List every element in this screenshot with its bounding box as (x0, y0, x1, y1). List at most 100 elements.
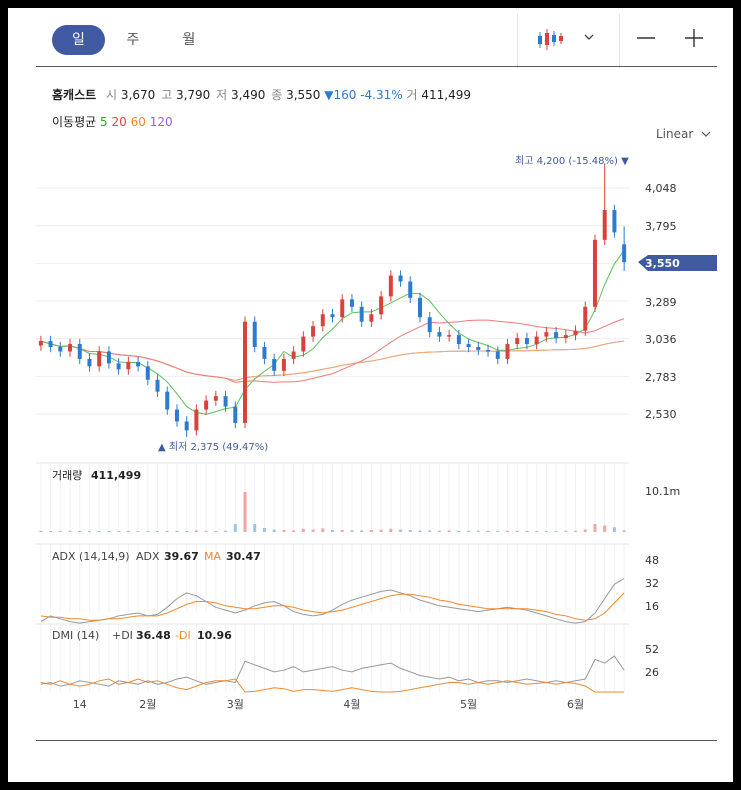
candle-body (330, 314, 335, 318)
volume-bar (360, 530, 364, 532)
volume-bar (39, 530, 43, 532)
volume-bar (311, 529, 315, 532)
adx-axis-label: 16 (645, 600, 659, 613)
candle-body (398, 275, 403, 282)
volume-bar (408, 530, 412, 532)
mdi-value: 10.96 (197, 629, 232, 642)
candle-body (184, 421, 189, 431)
candle-body (456, 335, 461, 345)
volume-bar (583, 529, 587, 532)
volume-axis-label: 10.1m (645, 485, 680, 498)
volume-bar (321, 528, 325, 532)
volume-bar (301, 528, 305, 532)
x-axis-label: 6월 (567, 698, 584, 711)
candle-body (505, 344, 510, 359)
price-axis-label: 2,530 (645, 408, 677, 421)
candle-body (38, 341, 43, 346)
candle-body (447, 335, 452, 337)
volume-bar (476, 530, 480, 532)
candle-body (563, 335, 568, 339)
candle-body (379, 296, 384, 315)
volume-bar (379, 529, 383, 532)
candle-body (573, 330, 578, 336)
candle-body (534, 336, 539, 345)
candle-body (77, 344, 82, 359)
candle-body (252, 321, 257, 348)
candle-body (223, 396, 228, 407)
volume-bar (107, 531, 111, 532)
volume-bar (194, 530, 198, 532)
volume-bar (117, 531, 121, 532)
volume-bar (428, 530, 432, 532)
volume-bar (350, 530, 354, 532)
candle-body (476, 347, 481, 350)
volume-bar (78, 531, 82, 532)
volume-bar (612, 527, 616, 532)
volume-bar (437, 530, 441, 532)
volume-title: 거래량 (52, 469, 82, 482)
candle-body (359, 306, 364, 322)
volume-bar (253, 524, 257, 532)
candle-body (262, 347, 267, 359)
volume-bar (574, 530, 578, 532)
volume-bar (399, 529, 403, 532)
volume-bar (126, 531, 130, 532)
candle-body (311, 326, 316, 337)
chart-window: 일 주 월 홈캐스트 시 3,670 고 3,790 저 3,490 종 3,5… (8, 8, 733, 782)
candle-body (233, 406, 238, 423)
volume-bar (87, 531, 91, 532)
volume-bar (243, 492, 247, 532)
volume-bar (175, 530, 179, 532)
pdi-label: +DI (112, 629, 133, 642)
adx-ma-label: MA (204, 550, 221, 563)
chart-bottom-border (36, 740, 717, 741)
volume-bar (418, 530, 422, 532)
volume-bar (58, 531, 62, 532)
volume-bar (369, 530, 373, 532)
candle-body (544, 332, 549, 337)
x-axis-label: 5월 (460, 698, 477, 711)
adx-label: ADX (136, 550, 160, 563)
candle-body (58, 347, 63, 352)
price-axis-label: 3,795 (645, 220, 677, 233)
candle-body (583, 306, 588, 331)
candle-body (106, 351, 111, 364)
volume-bar (544, 531, 548, 532)
chart-canvas[interactable]: 최고 4,200 (-15.48%) ▼ ▲ 최저 2,375 (49.47%)… (8, 8, 733, 782)
dmi-title: DMI (14) (52, 629, 99, 642)
volume-bar (603, 525, 607, 532)
volume-bar (282, 530, 286, 532)
volume-bar (447, 530, 451, 532)
candle-body (408, 281, 413, 298)
price-axis-label: 3,289 (645, 296, 677, 309)
volume-bar (331, 530, 334, 532)
volume-bar (525, 530, 529, 532)
volume-bar (214, 531, 218, 532)
price-axis-label: 4,048 (645, 182, 677, 195)
volume-bar (564, 530, 568, 532)
candle-body (524, 338, 529, 345)
candle-body (155, 379, 160, 392)
candle-body (126, 361, 131, 370)
candle-body (320, 314, 325, 327)
volume-bar (97, 531, 101, 532)
candle-body (612, 210, 617, 233)
candle-body (194, 409, 199, 431)
volume-bar (233, 524, 237, 532)
volume-bar (146, 531, 150, 532)
volume-bar (292, 530, 296, 532)
volume-bar (156, 530, 160, 532)
adx-title: ADX (14,14,9) (52, 550, 130, 563)
candle-body (515, 338, 520, 345)
volume-bar (593, 524, 597, 532)
volume-bar (68, 530, 72, 532)
volume-bar (622, 530, 626, 532)
adx-value: 39.67 (164, 550, 199, 563)
candle-body (136, 361, 141, 367)
volume-bar (515, 530, 519, 532)
volume-bar (224, 530, 228, 532)
candle-body (68, 344, 73, 352)
candle-body (437, 332, 442, 337)
candle-body (349, 299, 354, 307)
candle-body (301, 336, 306, 352)
